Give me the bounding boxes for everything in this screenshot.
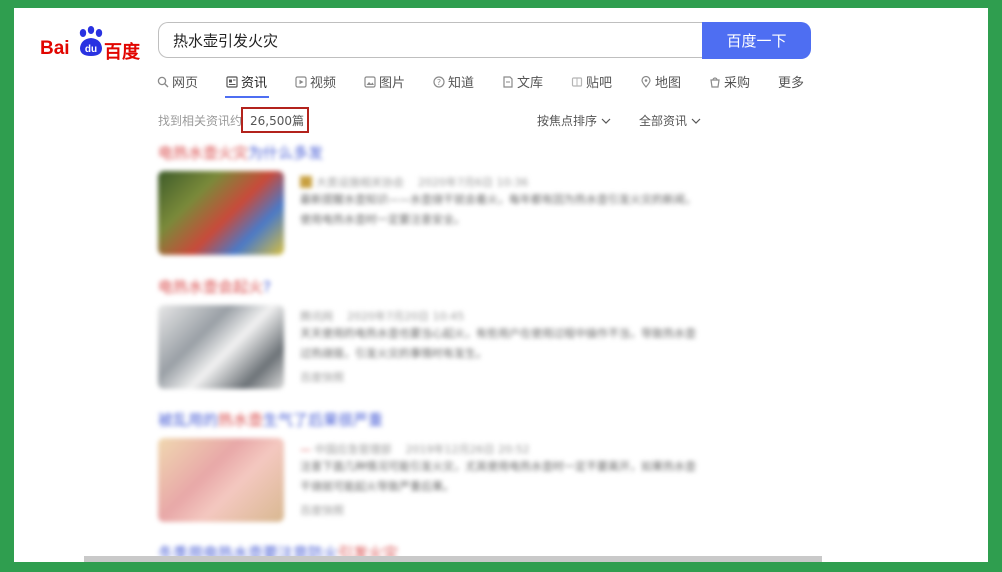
- result-title[interactable]: 被乱用的热水壶生气了后果很严重: [158, 409, 383, 430]
- tab-map[interactable]: 地图: [640, 72, 681, 91]
- tab-images[interactable]: 图片: [364, 72, 405, 91]
- tab-label: 地图: [655, 76, 682, 91]
- forum-icon: [571, 76, 583, 88]
- svg-text:du: du: [85, 44, 97, 55]
- tab-label: 资讯: [241, 76, 268, 91]
- result-meta: 大类设施相关协会 2020年7月6日 10:36: [300, 174, 528, 190]
- tab-tieba[interactable]: 贴吧: [571, 72, 612, 91]
- filter-dropdown[interactable]: 全部资讯: [639, 112, 701, 129]
- tab-zhidao[interactable]: ? 知道: [433, 72, 474, 91]
- tab-label: 文库: [517, 76, 544, 91]
- sort-dropdown[interactable]: 按焦点排序: [537, 112, 611, 129]
- result-title[interactable]: 电热水壶会起火?: [158, 276, 271, 297]
- result-cache-link[interactable]: 百度快照: [300, 502, 344, 518]
- tab-label: 图片: [379, 76, 406, 91]
- result-meta: — 中国应急管理部 2019年12月26日 20:52: [300, 443, 530, 456]
- paw-logo-icon: du: [79, 26, 103, 56]
- filter-label: 全部资讯: [639, 114, 688, 128]
- chevron-down-icon: [601, 118, 611, 124]
- result-thumbnail[interactable]: [158, 171, 284, 255]
- result-count-prefix: 找到相关资讯约: [158, 114, 243, 128]
- search-input[interactable]: [171, 23, 695, 57]
- tab-web[interactable]: 网页: [157, 72, 198, 91]
- tab-news[interactable]: 资讯: [226, 72, 267, 91]
- result-title[interactable]: 电热水壶火灾为什么多发: [158, 142, 323, 163]
- chevron-down-icon: [691, 118, 701, 124]
- result-snippet: 天天使用的电热水壶也要当心起火，有些用户在使用过程中操作不当，导致热水壶过热烧毁…: [300, 327, 696, 360]
- horizontal-scrollbar[interactable]: [84, 556, 822, 562]
- tab-label: 视频: [310, 76, 337, 91]
- search-icon: [157, 76, 169, 88]
- source-logo-icon: [300, 176, 312, 188]
- question-icon: ?: [433, 75, 445, 88]
- tab-video[interactable]: 视频: [295, 72, 336, 91]
- search-box[interactable]: [158, 22, 702, 58]
- image-icon: [364, 75, 376, 88]
- svg-text:?: ?: [437, 78, 441, 87]
- result-snippet: 最新提醒水壶知识——水壶烧干就会着火，每年都有因为热水壶引发火灾的新闻，使用电热…: [300, 193, 696, 226]
- result-cache-link[interactable]: 百度快照: [300, 369, 344, 385]
- result-thumbnail[interactable]: [158, 438, 284, 522]
- baidu-logo[interactable]: Bai du 百度: [40, 24, 152, 68]
- tab-label: 采购: [724, 76, 751, 91]
- tab-purchase[interactable]: 采购: [709, 72, 750, 91]
- search-button[interactable]: 百度一下: [702, 22, 811, 59]
- tab-more[interactable]: 更多: [778, 72, 804, 91]
- tab-label: 网页: [172, 76, 199, 91]
- sort-label: 按焦点排序: [537, 114, 598, 128]
- result-snippet: 注意下面几种情况可能引发火灾，尤其使用电热水壶时一定不要离开，如果热水壶干烧就可…: [300, 460, 696, 493]
- news-icon: [226, 75, 238, 88]
- tab-label: 知道: [448, 76, 475, 91]
- browser-page: Bai du 百度 百度一下 网页 资讯: [14, 8, 988, 562]
- tab-wenku[interactable]: 文库: [502, 72, 543, 91]
- shopping-icon: [709, 76, 721, 88]
- logo-text-bai: Bai: [40, 38, 70, 59]
- result-thumbnail[interactable]: [158, 305, 284, 389]
- active-tab-underline: [225, 96, 269, 98]
- result-meta: 腾讯网 2020年7月20日 10:45: [300, 310, 465, 323]
- document-icon: [502, 75, 514, 88]
- highlight-box: [241, 107, 309, 133]
- tab-label: 贴吧: [586, 76, 613, 91]
- video-icon: [295, 75, 307, 88]
- tab-label: 更多: [778, 76, 805, 91]
- logo-text-baidu: 百度: [104, 42, 140, 63]
- map-pin-icon: [640, 75, 652, 88]
